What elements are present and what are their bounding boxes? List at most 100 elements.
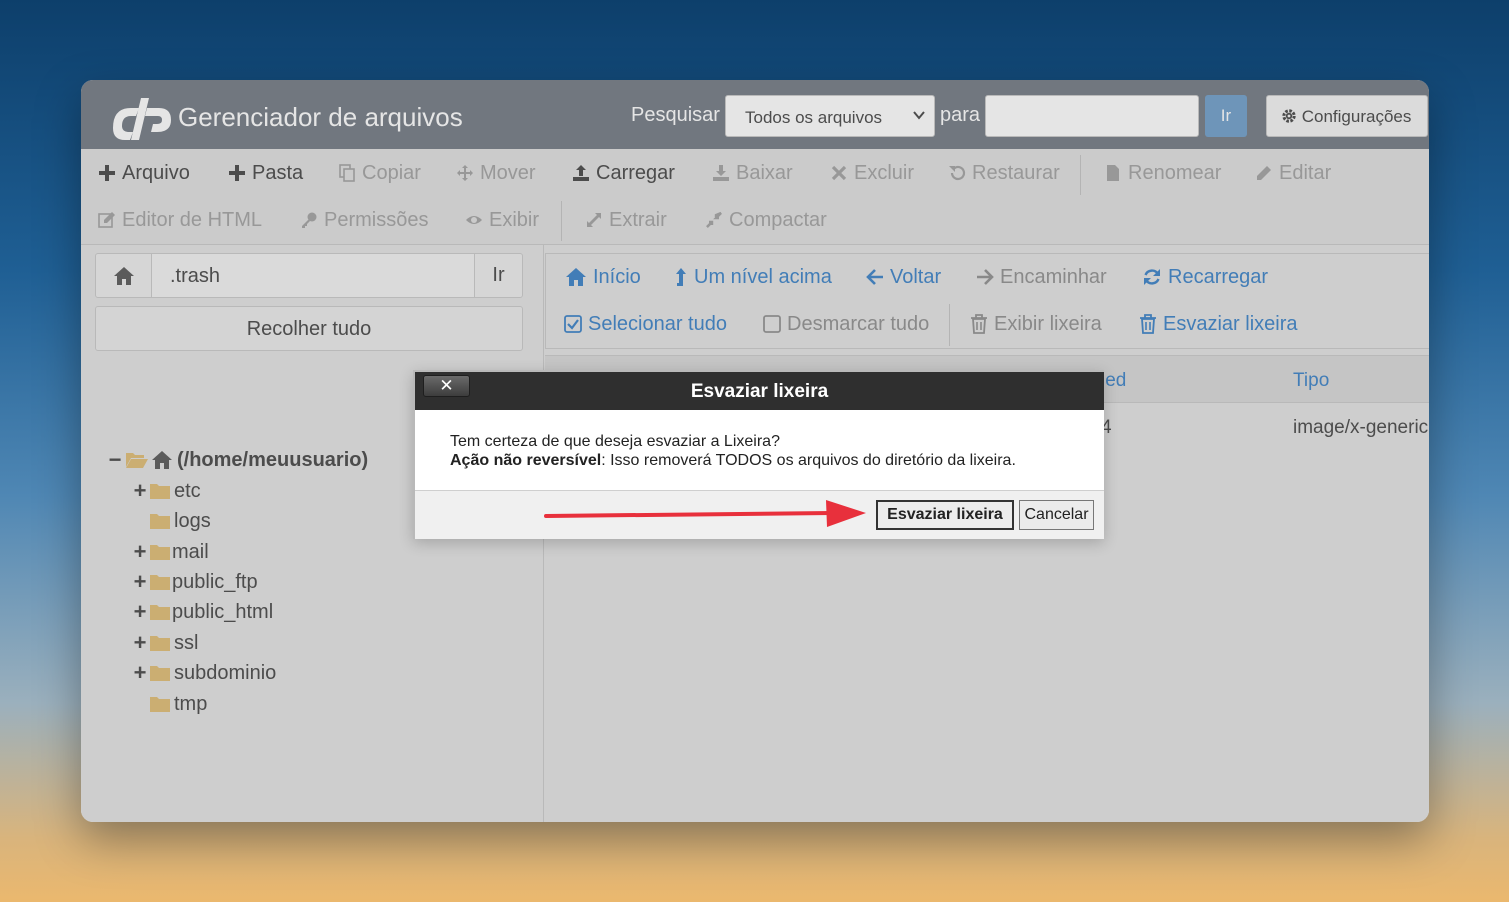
download-icon (713, 165, 729, 181)
compress-icon (706, 211, 722, 228)
view-trash-button[interactable]: Exibir lixeira (970, 310, 1102, 338)
folder-icon (150, 604, 170, 620)
extract-label: Extrair (609, 209, 667, 231)
arrow-right-icon (977, 269, 994, 285)
new-folder-button[interactable]: Pasta (228, 159, 303, 187)
permissions-label: Permissões (324, 209, 429, 231)
tree-item-logs[interactable]: logs (150, 508, 211, 534)
select-all-button[interactable]: Selecionar tudo (564, 310, 727, 338)
folder-icon (150, 635, 170, 651)
upload-icon (573, 165, 589, 181)
up-one-level-button[interactable]: Um nível acima (674, 263, 832, 291)
folder-icon (150, 665, 170, 681)
forward-button[interactable]: Encaminhar (976, 263, 1107, 291)
html-editor-button[interactable]: Editor de HTML (98, 206, 262, 234)
dialog-warning-text: : Isso removerá TODOS os arquivos do dir… (601, 452, 1016, 469)
pencil-icon (1257, 166, 1271, 180)
restore-button[interactable]: Restaurar (948, 159, 1060, 187)
main-toolbar: Arquivo Pasta Copiar Mover Carregar Baix… (81, 149, 1429, 245)
close-icon (831, 165, 847, 181)
html-editor-label: Editor de HTML (122, 209, 263, 231)
home-nav-button[interactable]: Início (565, 263, 641, 291)
upload-button[interactable]: Carregar (572, 159, 675, 187)
tree-item-label: subdominio (174, 661, 277, 684)
confirm-empty-trash-button[interactable]: Esvaziar lixeira (876, 500, 1014, 530)
tree-item-label: logs (174, 509, 211, 532)
new-file-label: Arquivo (122, 162, 190, 184)
delete-button[interactable]: Excluir (830, 159, 914, 187)
plus-icon (229, 165, 245, 181)
extract-button[interactable]: Extrair (585, 206, 667, 234)
edit-label: Editar (1279, 162, 1332, 184)
undo-icon (949, 165, 966, 181)
tree-item-subdominio[interactable]: + subdominio (133, 660, 277, 686)
copy-icon (339, 164, 355, 182)
tree-item-public-html[interactable]: + public_html (133, 599, 274, 625)
back-button[interactable]: Voltar (866, 263, 941, 291)
dialog-body: Tem certeza de que deseja esvaziar a Lix… (415, 410, 1104, 490)
search-input[interactable] (985, 95, 1199, 137)
cancel-button[interactable]: Cancelar (1019, 500, 1094, 530)
collapse-toggle-icon[interactable]: − (108, 447, 122, 473)
reload-label: Recarregar (1168, 265, 1269, 288)
folder-icon (150, 513, 170, 529)
search-go-button[interactable]: Ir (1205, 95, 1247, 137)
collapse-all-button[interactable]: Recolher tudo (95, 306, 523, 351)
compress-label: Compactar (729, 209, 827, 231)
new-folder-label: Pasta (252, 162, 304, 184)
column-header-modified[interactable]: ied (1101, 370, 1126, 392)
dialog-title: Esvaziar lixeira (415, 372, 1104, 410)
deselect-all-button[interactable]: Desmarcar tudo (763, 310, 929, 338)
column-header-type[interactable]: Tipo (1293, 370, 1329, 392)
view-label: Exibir (489, 209, 540, 231)
tree-item-mail[interactable]: + mail (133, 539, 209, 565)
search-scope-select[interactable]: Todos os arquivos (725, 95, 935, 137)
settings-label: Configurações (1301, 107, 1412, 126)
rename-label: Renomear (1128, 162, 1222, 184)
download-button[interactable]: Baixar (712, 159, 793, 187)
path-input[interactable]: .trash (152, 254, 474, 297)
path-bar: .trash Ir (95, 253, 523, 298)
app-title: Gerenciador de arquivos (178, 102, 463, 132)
home-icon (566, 268, 586, 286)
refresh-icon (1144, 269, 1160, 285)
expand-toggle-icon[interactable]: + (133, 478, 147, 504)
delete-label: Excluir (854, 162, 915, 184)
expand-icon (587, 213, 601, 227)
expand-toggle-icon[interactable]: + (133, 660, 147, 686)
rename-button[interactable]: Renomear (1104, 159, 1221, 187)
expand-toggle-icon[interactable]: + (133, 569, 147, 595)
reload-button[interactable]: Recarregar (1142, 263, 1268, 291)
move-button[interactable]: Mover (456, 159, 536, 187)
permissions-button[interactable]: Permissões (300, 206, 428, 234)
annotation-arrow-icon (544, 500, 866, 527)
compress-button[interactable]: Compactar (705, 206, 827, 234)
folder-icon (150, 574, 170, 590)
expand-toggle-icon[interactable]: + (133, 630, 147, 656)
tree-item-etc[interactable]: + etc (133, 478, 201, 504)
para-label: para (940, 104, 981, 126)
search-scope-value: Todos os arquivos (745, 108, 883, 127)
expand-toggle-icon[interactable]: + (133, 539, 147, 565)
plus-icon (99, 165, 115, 181)
edit-button[interactable]: Editar (1255, 159, 1331, 187)
tree-root[interactable]: − (/home/meuusuario) (108, 447, 369, 473)
app-header: Gerenciador de arquivos Pesquisar Todos … (81, 80, 1429, 149)
empty-trash-button[interactable]: Esvaziar lixeira (1139, 310, 1297, 338)
file-icon (1107, 165, 1119, 181)
view-button[interactable]: Exibir (465, 206, 539, 234)
tree-item-ssl[interactable]: + ssl (133, 630, 199, 656)
copy-button[interactable]: Copiar (338, 159, 421, 187)
settings-button[interactable]: Configurações (1266, 95, 1428, 137)
dialog-close-button[interactable]: ✕ (423, 375, 470, 397)
navigation-bar: Início Um nível acima Voltar Encaminhar … (545, 253, 1429, 349)
tree-item-label: ssl (174, 631, 199, 654)
trash-icon (971, 314, 987, 334)
expand-toggle-icon[interactable]: + (133, 599, 147, 625)
path-go-button[interactable]: Ir (474, 254, 522, 297)
home-path-button[interactable] (96, 254, 152, 297)
folder-icon (150, 483, 170, 499)
tree-item-tmp[interactable]: tmp (150, 691, 207, 717)
tree-item-public-ftp[interactable]: + public_ftp (133, 569, 258, 595)
new-file-button[interactable]: Arquivo (98, 159, 190, 187)
